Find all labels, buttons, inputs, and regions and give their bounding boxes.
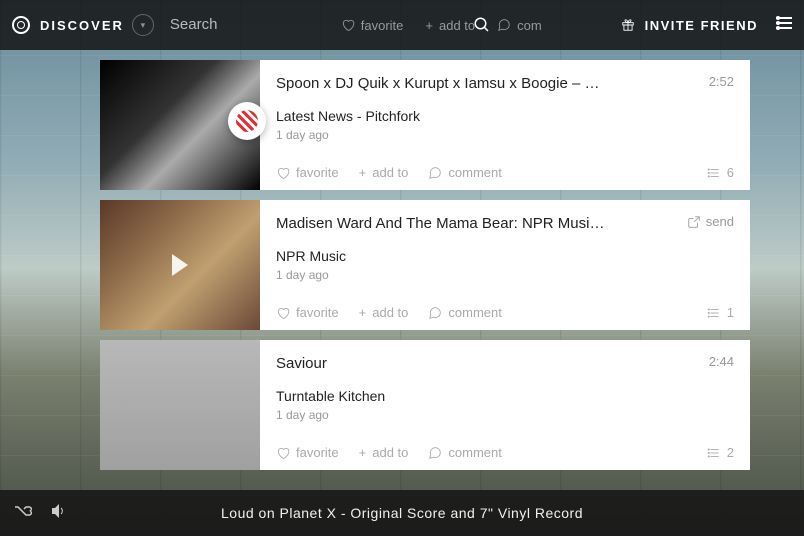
- feed-card: Madisen Ward And The Mama Bear: NPR Musi…: [100, 200, 750, 330]
- comment-icon: [497, 18, 511, 32]
- addto-button[interactable]: +add to: [359, 445, 409, 460]
- menu-icon[interactable]: [776, 16, 792, 35]
- comment-icon: [428, 166, 442, 180]
- invite-friend-button[interactable]: INVITE FRIEND: [621, 18, 758, 33]
- thumbnail[interactable]: [100, 200, 260, 330]
- timestamp-label: 1 day ago: [276, 268, 734, 282]
- plus-icon: +: [359, 305, 367, 320]
- bg-addto[interactable]: + add to: [425, 18, 475, 33]
- addto-button[interactable]: +add to: [359, 305, 409, 320]
- playlist-count[interactable]: 6: [707, 165, 734, 180]
- track-title[interactable]: Saviour: [276, 354, 327, 374]
- plus-icon: +: [359, 165, 367, 180]
- search-icon[interactable]: [472, 15, 492, 35]
- search-input[interactable]: [170, 16, 262, 33]
- gift-icon: [621, 18, 635, 32]
- share-icon: [687, 215, 701, 229]
- heart-icon: [276, 446, 290, 460]
- thumbnail[interactable]: [100, 60, 260, 190]
- top-header: DISCOVER ▾ favorite + add to com INVITE …: [0, 0, 804, 50]
- plus-icon: +: [425, 18, 433, 33]
- source-label: NPR Music: [276, 248, 734, 264]
- invite-label: INVITE FRIEND: [645, 18, 758, 33]
- shuffle-icon[interactable]: [14, 504, 32, 523]
- volume-icon[interactable]: [50, 503, 68, 524]
- list-icon: [707, 166, 721, 180]
- player-bar: Loud on Planet X - Original Score and 7"…: [0, 490, 804, 536]
- comment-icon: [428, 446, 442, 460]
- feed-card: Spoon x DJ Quik x Kurupt x Iamsu x Boogi…: [100, 60, 750, 190]
- heart-icon: [276, 306, 290, 320]
- comment-button[interactable]: comment: [428, 305, 501, 320]
- duration-label: 2:52: [709, 74, 734, 89]
- thumbnail[interactable]: [100, 340, 260, 470]
- play-icon[interactable]: [172, 254, 188, 276]
- list-icon: [707, 446, 721, 460]
- comment-icon: [428, 306, 442, 320]
- heart-icon: [341, 18, 355, 32]
- comment-button[interactable]: comment: [428, 165, 501, 180]
- bg-comment[interactable]: com: [497, 18, 542, 33]
- plus-icon: +: [359, 445, 367, 460]
- playlist-count[interactable]: 1: [707, 305, 734, 320]
- list-icon: [707, 306, 721, 320]
- favorite-button[interactable]: favorite: [276, 305, 339, 320]
- timestamp-label: 1 day ago: [276, 128, 734, 142]
- feed-card: Saviour 2:44 Turntable Kitchen 1 day ago…: [100, 340, 750, 470]
- send-button[interactable]: send: [687, 214, 734, 229]
- comment-button[interactable]: comment: [428, 445, 501, 460]
- track-title[interactable]: Spoon x DJ Quik x Kurupt x Iamsu x Boogi…: [276, 74, 606, 94]
- playlist-count[interactable]: 2: [707, 445, 734, 460]
- heart-icon: [276, 166, 290, 180]
- source-label: Latest News - Pitchfork: [276, 108, 734, 124]
- source-label: Turntable Kitchen: [276, 388, 734, 404]
- duration-label: 2:44: [709, 354, 734, 369]
- track-title[interactable]: Madisen Ward And The Mama Bear: NPR Musi…: [276, 214, 606, 234]
- header-bg-actions: favorite + add to com: [341, 18, 542, 33]
- dropdown-toggle[interactable]: ▾: [132, 14, 154, 36]
- favorite-button[interactable]: favorite: [276, 445, 339, 460]
- bg-favorite[interactable]: favorite: [341, 18, 404, 33]
- brand-label: DISCOVER: [40, 18, 124, 33]
- search-container: [170, 16, 262, 34]
- addto-button[interactable]: +add to: [359, 165, 409, 180]
- timestamp-label: 1 day ago: [276, 408, 734, 422]
- favorite-button[interactable]: favorite: [276, 165, 339, 180]
- now-playing-title: Loud on Planet X - Original Score and 7"…: [221, 505, 583, 521]
- logo-icon[interactable]: [12, 16, 30, 34]
- feed-list: Spoon x DJ Quik x Kurupt x Iamsu x Boogi…: [100, 50, 750, 470]
